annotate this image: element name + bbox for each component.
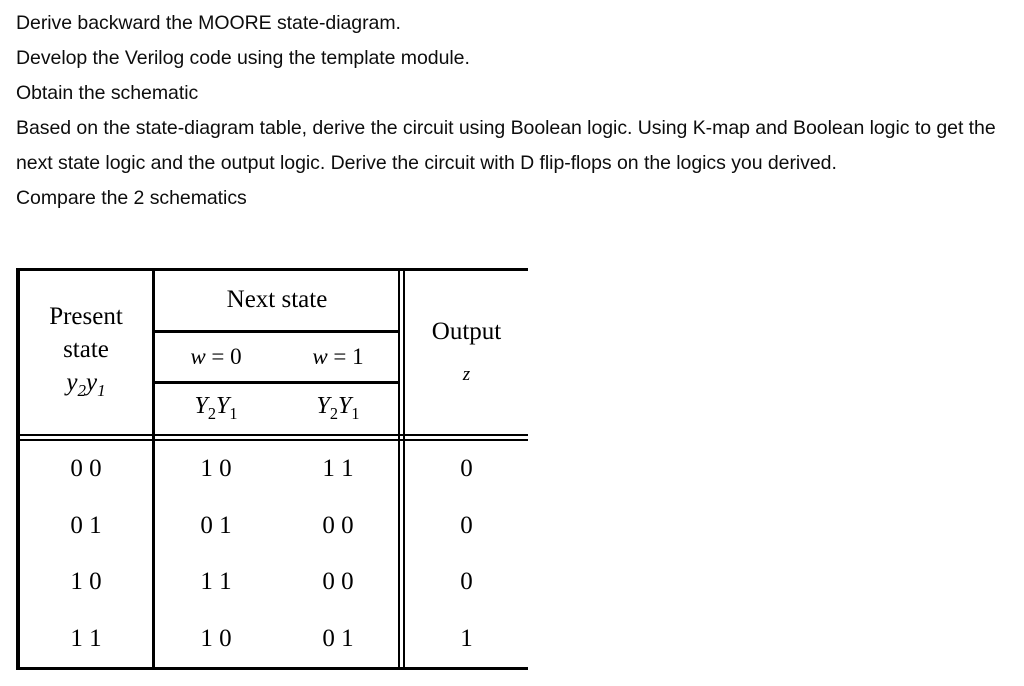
header-separator-rule-top [16,434,528,436]
instruction-paragraph: Based on the state-diagram table, derive… [16,117,996,174]
instruction-line-3: Obtain the schematic [16,82,199,104]
instructions-block: Derive backward the MOORE state-diagram.… [16,6,1016,216]
cell-next-state-w1: 1 1 [322,455,354,483]
instruction-line-2: Develop the Verilog code using the templ… [16,47,470,69]
header-w-row: w = 0 w = 1 [155,333,399,382]
cell-output: 1 [460,624,473,652]
table-row: 0 0 1 0 1 1 0 [16,441,528,498]
cell-present-state: 1 1 [70,624,102,652]
header-Y2Y1-w1: Y2Y1 [316,393,360,424]
cell-output: 0 [460,568,473,596]
cell-next-state-w1: 0 0 [322,568,354,596]
instruction-line-1: Derive backward the MOORE state-diagram. [16,12,401,34]
header-w-equals-1: w = 1 [312,343,364,369]
header-present-state: Present state y2y1 [20,270,152,434]
header-present-state-line1: Present [49,302,123,330]
table-row: 1 1 1 0 0 1 1 [16,611,528,668]
header-next-state: Next state [226,286,328,313]
cell-next-state-w1: 0 1 [322,624,354,652]
cell-next-state-w0: 1 0 [200,624,232,652]
header-w-equals-0: w = 0 [190,343,242,369]
header-output-label: Output [431,318,502,345]
header-output: Output z [405,270,528,434]
cell-output: 0 [460,455,473,483]
header-output-symbol: z [462,364,471,385]
cell-next-state-w0: 1 0 [200,455,232,483]
cell-present-state: 0 1 [70,511,102,539]
cell-present-state: 1 0 [70,568,102,596]
table-body: 0 0 1 0 1 1 0 0 1 0 1 0 0 0 1 0 1 1 0 0 … [16,441,528,667]
cell-next-state-w0: 0 1 [200,511,232,539]
cell-next-state-w1: 0 0 [322,511,354,539]
cell-output: 0 [460,511,473,539]
cell-present-state: 0 0 [70,455,102,483]
table-bottom-rule [16,667,528,670]
instruction-closing-line: Compare the 2 schematics [16,187,247,209]
header-Y2Y1-w0: Y2Y1 [194,393,238,424]
header-present-state-line2: state [63,336,109,364]
header-present-state-variables: y2y1 [66,369,106,401]
state-transition-table: Present state y2y1 Next state w = 0 w = … [16,268,528,672]
cell-next-state-w0: 1 1 [200,568,232,596]
header-Y-row: Y2Y1 Y2Y1 [155,384,399,435]
table-row: 1 0 1 1 0 0 0 [16,554,528,611]
table-row: 0 1 0 1 0 0 0 [16,498,528,555]
